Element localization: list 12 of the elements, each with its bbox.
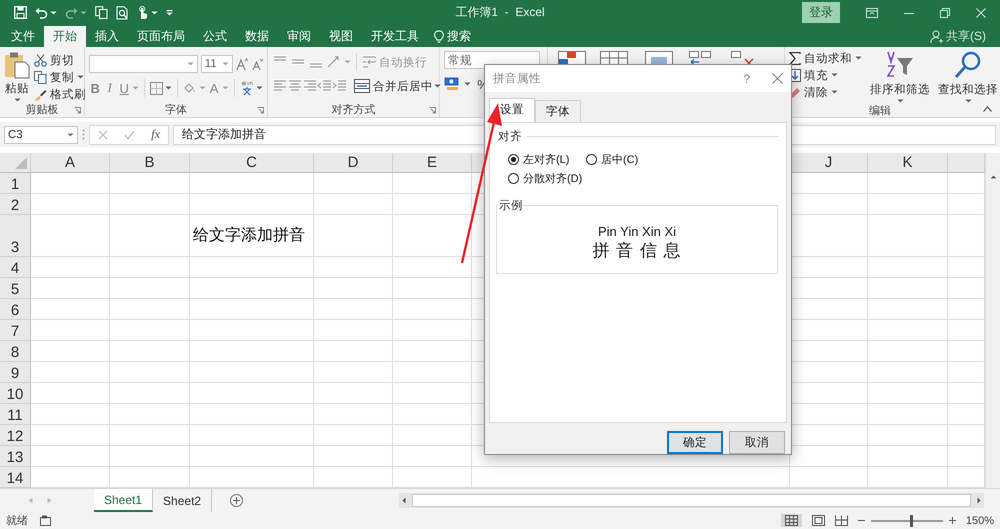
preview-text: 拼 音 信 息: [592, 240, 682, 262]
group-label: 编辑: [869, 104, 891, 118]
pinyin-preview: Pin Yin Xin Xi: [598, 224, 676, 240]
window-title: 工作簿1 - Excel: [455, 4, 545, 21]
group-label: 示例: [499, 199, 523, 214]
group-label: 剪贴板: [26, 102, 58, 117]
status-text: 就绪: [6, 514, 28, 528]
group-label: 字体: [165, 102, 187, 117]
table-cell: 给文字添加拼音: [190, 215, 314, 257]
group-label: 对齐方式: [332, 102, 376, 117]
group-label: 对齐: [498, 129, 522, 144]
dialog-title: 拼音属性: [493, 71, 541, 86]
